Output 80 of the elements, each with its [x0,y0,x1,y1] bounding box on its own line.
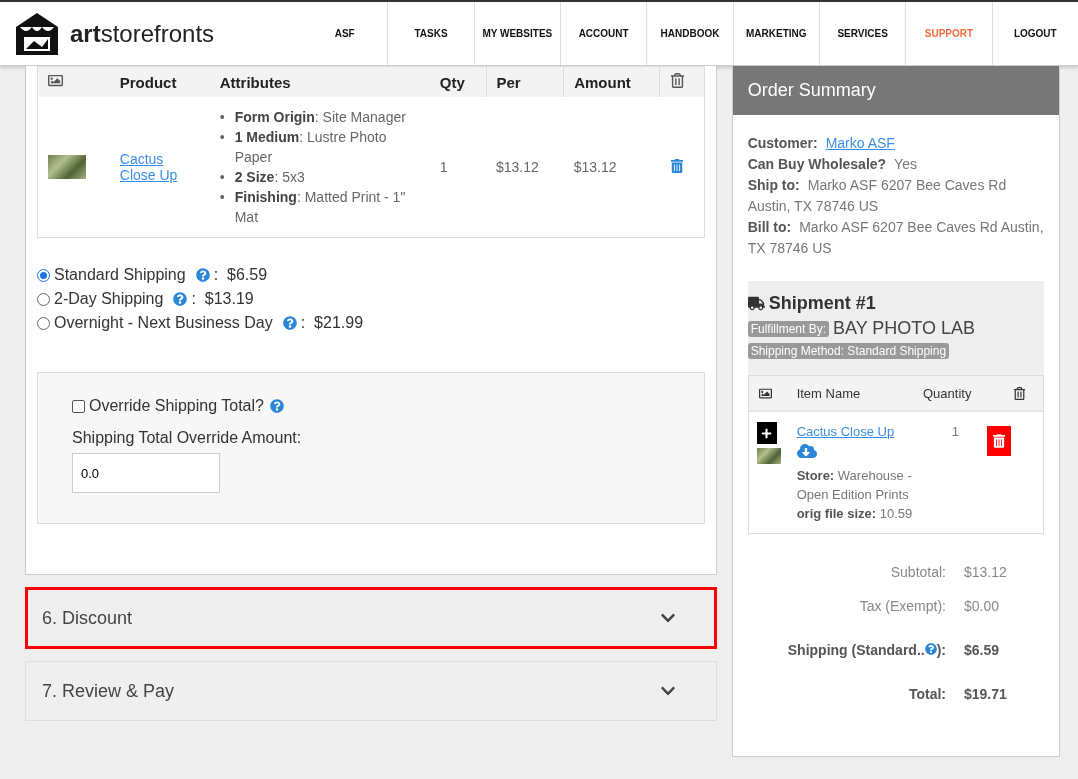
table-cell: $13.12 [563,97,660,238]
delete-icon[interactable] [669,158,684,173]
option-label: Standard Shipping [54,266,186,284]
column-header: Quantity [923,385,973,401]
total-value: $13.12 [964,564,1008,580]
table-cell: $13.12 [486,97,564,238]
list-bullet: • [219,128,225,147]
brand-name: artstorefronts [70,19,215,48]
trash-icon [670,73,686,88]
trash-icon [993,434,1005,448]
option-price: : $13.19 [191,290,254,308]
column-header: Qty [429,66,486,97]
column-header: Amount [563,66,660,97]
plus-icon [761,427,773,439]
column-header: Per [486,66,564,97]
table-cell: 1 [429,97,486,238]
nav-link[interactable]: LOGOUT [991,2,1078,65]
add-button[interactable] [756,422,777,444]
column-header: Item Name [796,385,862,401]
total-value: $0.00 [964,598,1001,614]
nav-link[interactable]: HANDBOOK [646,2,733,65]
customer-link[interactable]: Marko ASF [825,135,895,151]
checkbox[interactable] [72,399,85,413]
download-icon[interactable] [796,441,817,461]
attribute-item: 2 Size: 5x3 [234,168,305,187]
attribute-item: 1 Medium: Lustre Photo Paper [234,128,388,167]
truck-icon [747,295,765,312]
photo-placeholder [48,155,86,179]
info-line: Customer: Marko ASF [747,134,896,153]
photo-placeholder [756,448,781,464]
summary-header: Order Summary [732,66,1059,115]
total-label: Tax (Exempt): [858,598,946,614]
column-header: Product [109,66,210,97]
column-header: Attributes [209,66,430,97]
file-size-text: orig file size: 10.59 [796,505,914,523]
list-bullet: • [219,108,225,127]
fulfillment-tag: Fulfillment By: [747,320,829,337]
option-label: Overnight - Next Business Day [54,314,273,332]
delete-button[interactable] [987,426,1011,456]
fulfillment-value: BAY PHOTO LAB [833,318,976,339]
list-bullet: • [219,168,225,187]
trash-icon [1013,386,1026,400]
total-value: $19.71 [964,686,1008,702]
info-line: Bill to: Marko ASF 6207 Bee Caves Rd Austin, TX 78746 US [747,218,1044,258]
nav-link[interactable]: MARKETING [732,2,819,65]
info-line: Ship to: Marko ASF 6207 Bee Caves Rd Austin, TX 78746 US [747,176,1008,216]
info-line: Can Buy Wholesale? Yes [747,155,918,174]
help-icon[interactable] [924,643,937,655]
help-icon[interactable] [195,268,210,282]
store-text: Store: Warehouse - Open Edition Prints [796,467,913,504]
nav-link[interactable]: ASF [302,2,388,65]
nav-link[interactable]: ACCOUNT [560,2,647,65]
accordion-header[interactable]: 6. Discount [25,587,717,649]
help-icon[interactable] [173,292,188,306]
product-link[interactable]: Cactus Close Up [119,151,200,183]
checkbox-label: Override Shipping Total? [89,397,264,415]
option-price: : $6.59 [213,266,268,284]
item-link[interactable]: Cactus Close Up [796,424,895,439]
option-price: : $21.99 [300,314,364,332]
image-icon [758,386,772,400]
option-label: 2-Day Shipping [54,290,164,308]
total-label: Total: [907,686,946,702]
input-field[interactable]: 0.0 [72,453,220,493]
nav-link[interactable]: SERVICES [818,2,906,65]
total-value: $6.59 [964,642,1001,658]
help-icon[interactable] [269,399,284,413]
shipment-title: Shipment #1 [747,293,1044,314]
field-label: Shipping Total Override Amount: [72,429,303,447]
list-bullet: • [219,188,225,207]
nav-link[interactable]: TASKS [387,2,474,65]
shipping-method-tag: Shipping Method: Standard Shipping [747,343,950,359]
total-label: Shipping (Standard.. ): [786,642,946,658]
image-icon [48,73,63,88]
accordion-header[interactable]: 7. Review & Pay [25,661,717,721]
total-label: Subtotal: [889,564,946,580]
attribute-item: Finishing: Matted Print - 1" Mat [234,188,407,227]
table-cell-text: 1 [950,423,960,441]
help-icon[interactable] [282,316,297,330]
nav-link[interactable]: MY WEBSITES [473,2,560,65]
attribute-item: Form Origin: Site Manager [234,108,406,127]
